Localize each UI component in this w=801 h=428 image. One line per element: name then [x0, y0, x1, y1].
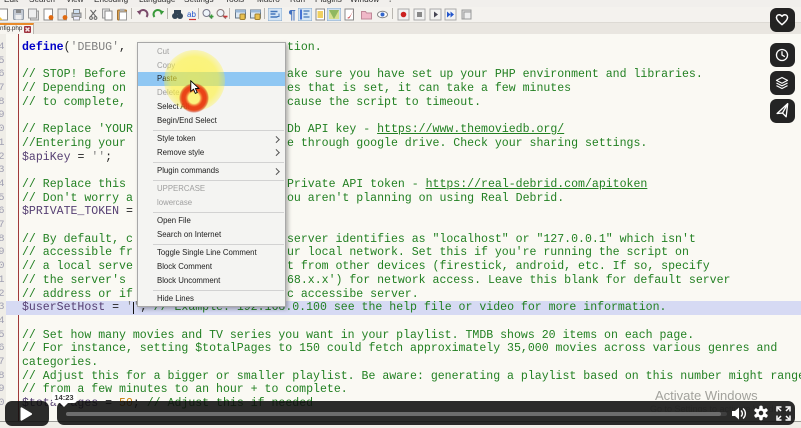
- svg-text:¶: ¶: [289, 8, 296, 21]
- svg-text:ab: ab: [187, 10, 196, 19]
